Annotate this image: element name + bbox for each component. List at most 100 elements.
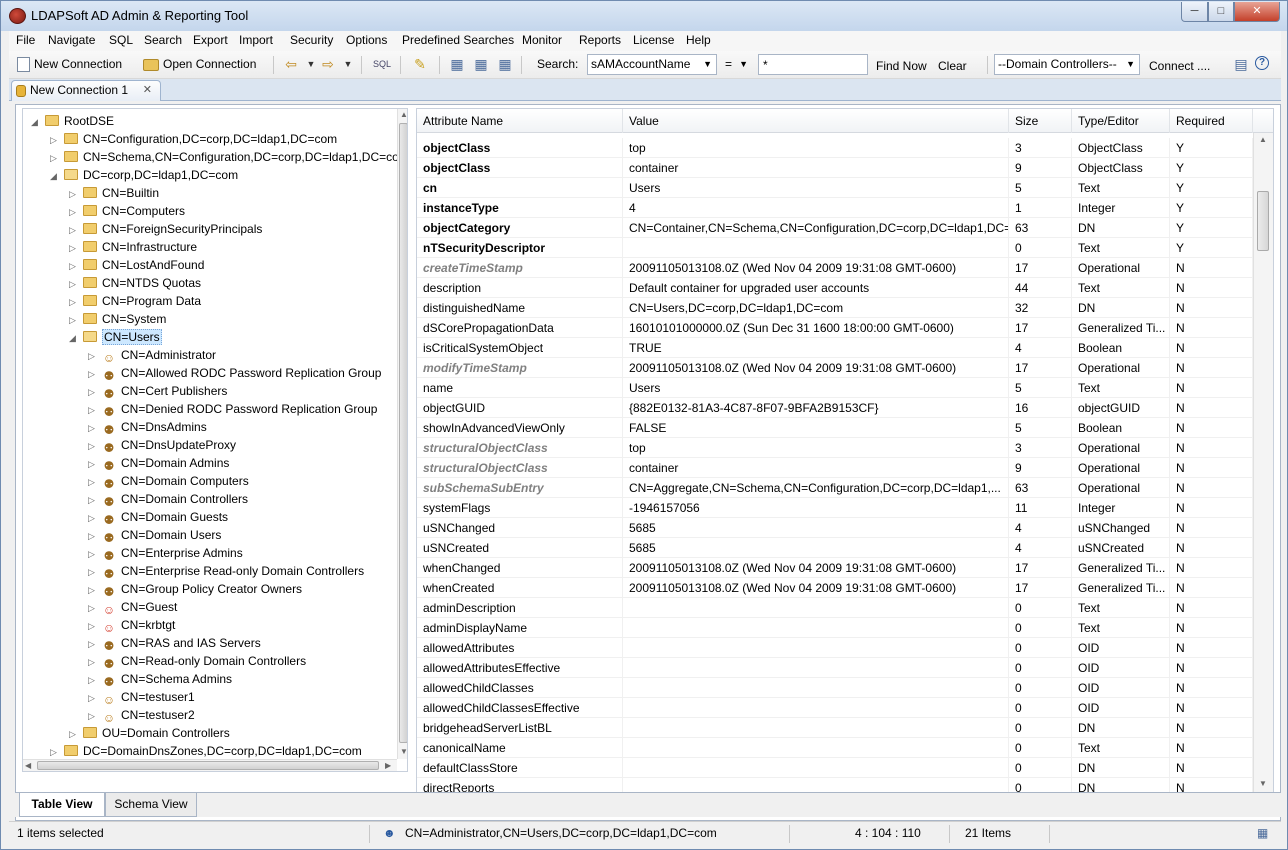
table-row[interactable]: objectGUID {882E0132-81A3-4C87-8F07-9BFA2… — [417, 398, 1253, 418]
table-row[interactable]: structuralObjectClass container 9 Operation… — [417, 458, 1253, 478]
scroll-up-icon[interactable]: ▲ — [400, 110, 407, 119]
domain-controllers-select[interactable]: --Domain Controllers-- ▼ — [994, 54, 1140, 75]
table-row[interactable]: subSchemaSubEntry CN=Aggregate,CN=Schema,… — [417, 478, 1253, 498]
tree-vertical-scrollbar[interactable]: ▲ ▼ — [397, 109, 407, 759]
tree-node[interactable]: ▷ ⚉ CN=RAS and IAS Servers — [88, 634, 261, 653]
tree-node[interactable]: ▷ ⚉ CN=DnsUpdateProxy — [88, 436, 236, 455]
tree-node[interactable]: ▷ ⚉ CN=Group Policy Creator Owners — [88, 580, 302, 599]
tree-node[interactable]: ▷ ☺ CN=testuser2 — [88, 706, 195, 725]
tree-node[interactable]: ▷ ⚉ CN=Allowed RODC Password Replication G… — [88, 364, 381, 383]
tree-node[interactable]: ▷ CN=NTDS Quotas — [69, 274, 201, 292]
table-row[interactable]: description Default container for upgrade… — [417, 278, 1253, 298]
tree-node[interactable]: ▷ CN=ForeignSecurityPrincipals — [69, 220, 262, 238]
table-row[interactable]: instanceType 4 1 Integer Y — [417, 198, 1253, 218]
tree-node[interactable]: ◢ CN=Users — [69, 328, 162, 346]
scroll-up-icon[interactable]: ▲ — [1259, 135, 1267, 144]
tree-node[interactable]: ▷ ⚉ CN=Domain Users — [88, 526, 221, 545]
expand-toggle-icon[interactable]: ▷ — [88, 689, 98, 707]
table-row[interactable]: distinguishedName CN=Users,DC=corp,DC=lda… — [417, 298, 1253, 318]
expand-toggle-icon[interactable]: ▷ — [88, 617, 98, 635]
menu-file[interactable]: File — [16, 33, 35, 47]
scroll-down-icon[interactable]: ▼ — [400, 747, 407, 756]
tree-node[interactable]: ▷ CN=Computers — [69, 202, 185, 220]
maximize-button[interactable]: □ — [1208, 2, 1234, 22]
tree-hscroll-thumb[interactable] — [37, 761, 379, 770]
menu-navigate[interactable]: Navigate — [48, 33, 95, 47]
tree-horizontal-scrollbar[interactable]: ◀ ▶ — [23, 759, 397, 771]
table-row[interactable]: systemFlags -1946157056 11 Integer N — [417, 498, 1253, 518]
collapse-toggle-icon[interactable]: ◢ — [50, 167, 60, 185]
expand-toggle-icon[interactable]: ▷ — [88, 347, 98, 365]
menu-sql[interactable]: SQL — [109, 33, 133, 47]
table-row[interactable]: allowedAttributes 0 OID N — [417, 638, 1253, 658]
expand-toggle-icon[interactable]: ▷ — [88, 419, 98, 437]
menu-export[interactable]: Export — [193, 33, 228, 47]
menu-import[interactable]: Import — [239, 33, 273, 47]
table-row[interactable]: uSNCreated 5685 4 uSNCreated N — [417, 538, 1253, 558]
expand-toggle-icon[interactable]: ▷ — [88, 563, 98, 581]
search-attribute-select[interactable]: sAMAccountName ▼ — [587, 54, 717, 75]
menu-monitor[interactable]: Monitor — [522, 33, 562, 47]
clear-button[interactable]: Clear — [938, 57, 967, 77]
expand-toggle-icon[interactable]: ▷ — [88, 455, 98, 473]
tab-schema-view[interactable]: Schema View — [105, 793, 197, 817]
expand-toggle-icon[interactable]: ▷ — [69, 725, 79, 743]
tree-node[interactable]: ◢ DC=corp,DC=ldap1,DC=com — [50, 166, 238, 184]
tree-node[interactable]: ▷ ☺ CN=Guest — [88, 598, 177, 617]
column-header-required[interactable]: Required — [1170, 109, 1253, 133]
back-dropdown-icon[interactable]: ▼ — [303, 56, 319, 72]
table-row[interactable]: objectCategory CN=Container,CN=Schema,CN=… — [417, 218, 1253, 238]
menu-license[interactable]: License — [633, 33, 674, 47]
tree-node[interactable]: ▷ ⚉ CN=Domain Guests — [88, 508, 228, 527]
table-row[interactable]: modifyTimeStamp 20091105013108.0Z (Wed No… — [417, 358, 1253, 378]
table-row[interactable]: name Users 5 Text N — [417, 378, 1253, 398]
tree-node[interactable]: ▷ ⚉ CN=DnsAdmins — [88, 418, 207, 437]
expand-toggle-icon[interactable]: ▷ — [88, 671, 98, 689]
menu-help[interactable]: Help — [686, 33, 711, 47]
tree-node[interactable]: ▷ CN=LostAndFound — [69, 256, 204, 274]
open-connection-button[interactable]: Open Connection — [143, 55, 256, 75]
tree-node[interactable]: ◢ RootDSE — [31, 112, 114, 130]
tree-node[interactable]: ▷ ⚉ CN=Read-only Domain Controllers — [88, 652, 306, 671]
table-row[interactable]: canonicalName 0 Text N — [417, 738, 1253, 758]
table-row[interactable]: bridgeheadServerListBL 0 DN N — [417, 718, 1253, 738]
expand-toggle-icon[interactable]: ▷ — [88, 365, 98, 383]
print-icon[interactable]: ▤ — [1233, 56, 1249, 72]
table-row[interactable]: objectClass top 3 ObjectClass Y — [417, 138, 1253, 158]
expand-toggle-icon[interactable]: ▷ — [69, 311, 79, 329]
tab-new-connection-1[interactable]: New Connection 1 ✕ — [11, 80, 161, 101]
tree-node[interactable]: ▷ ⚉ CN=Schema Admins — [88, 670, 232, 689]
expand-toggle-icon[interactable]: ▷ — [88, 401, 98, 419]
table-row[interactable]: whenCreated 20091105013108.0Z (Wed Nov 04… — [417, 578, 1253, 598]
new-connection-button[interactable]: New Connection — [17, 55, 122, 75]
table-row[interactable]: dSCorePropagationData 16010101000000.0Z (… — [417, 318, 1253, 338]
expand-toggle-icon[interactable]: ▷ — [88, 509, 98, 527]
expand-toggle-icon[interactable]: ▷ — [50, 131, 60, 149]
scroll-down-icon[interactable]: ▼ — [1259, 779, 1267, 788]
menu-security[interactable]: Security — [290, 33, 333, 47]
expand-toggle-icon[interactable]: ▷ — [69, 221, 79, 239]
table-row[interactable]: adminDescription 0 Text N — [417, 598, 1253, 618]
menu-predefined-searches[interactable]: Predefined Searches — [402, 33, 514, 47]
expand-toggle-icon[interactable]: ▷ — [69, 185, 79, 203]
minimize-button[interactable]: ─ — [1181, 2, 1208, 22]
table-row[interactable]: nTSecurityDescriptor 0 Text Y — [417, 238, 1253, 258]
expand-toggle-icon[interactable]: ▷ — [88, 707, 98, 725]
table-row[interactable]: whenChanged 20091105013108.0Z (Wed Nov 04… — [417, 558, 1253, 578]
tree-node[interactable]: ▷ OU=Domain Controllers — [69, 724, 230, 742]
sql-icon[interactable]: SQL — [373, 56, 391, 72]
export-icon[interactable]: ▦ — [473, 56, 489, 72]
tree-node[interactable]: ▷ CN=Configuration,DC=corp,DC=ldap1,DC=co… — [50, 130, 337, 148]
tree-node[interactable]: ▷ ⚉ CN=Domain Controllers — [88, 490, 248, 509]
expand-toggle-icon[interactable]: ▷ — [88, 437, 98, 455]
expand-toggle-icon[interactable]: ▷ — [88, 545, 98, 563]
operator-select[interactable]: = ▼ — [721, 54, 753, 75]
table-row[interactable]: objectClass container 9 ObjectClass Y — [417, 158, 1253, 178]
expand-toggle-icon[interactable]: ▷ — [50, 149, 60, 167]
tree-node[interactable]: ▷ CN=Program Data — [69, 292, 201, 310]
table-vertical-scrollbar[interactable]: ▲ ▼ — [1253, 133, 1273, 793]
tree-scroll-thumb[interactable] — [399, 123, 407, 743]
expand-toggle-icon[interactable]: ▷ — [88, 581, 98, 599]
table-row[interactable]: uSNChanged 5685 4 uSNChanged N — [417, 518, 1253, 538]
search-value-input[interactable] — [758, 54, 868, 75]
